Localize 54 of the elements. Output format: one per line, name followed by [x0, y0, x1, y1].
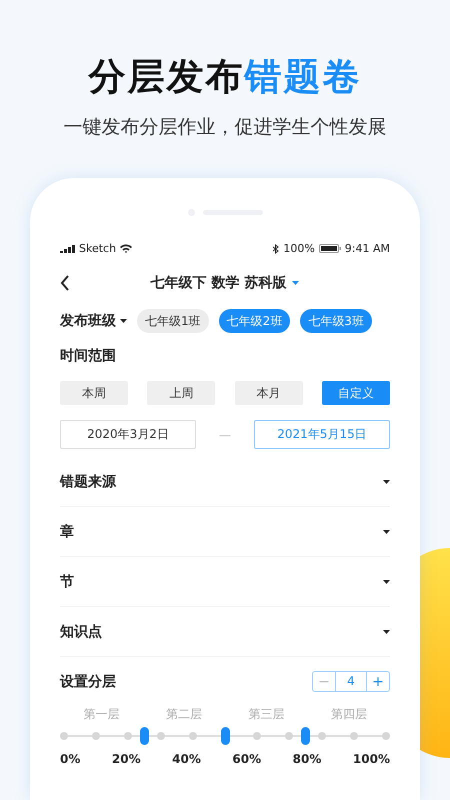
layer-name: 第四层 [330, 706, 368, 723]
caret-icon [383, 530, 390, 534]
layer-count: 4 [335, 672, 367, 691]
start-date-field[interactable]: 2020年3月2日 [60, 420, 196, 449]
track-dot [382, 732, 390, 740]
slider-thumb[interactable] [140, 727, 149, 745]
layer-name: 第三层 [247, 706, 286, 723]
track-dot [92, 732, 100, 740]
class-chip[interactable]: 七年级1班 [137, 309, 209, 333]
layer-name: 第二层 [164, 706, 203, 723]
track-dot [60, 732, 68, 740]
caret-icon [383, 580, 390, 584]
percent-label: 0% [60, 752, 80, 766]
percent-label: 60% [232, 752, 262, 766]
bluetooth-icon [273, 244, 280, 254]
class-dropdown[interactable]: 发布班级 [60, 312, 127, 330]
filter-dropdown[interactable]: 章 [60, 507, 390, 557]
percent-label: 40% [172, 752, 201, 766]
filter-dropdown[interactable]: 知识点 [60, 607, 390, 657]
signal-icon [60, 244, 75, 252]
track-dot [285, 732, 294, 740]
subtitle: 一键发布分层作业，促进学生个性发展 [64, 115, 386, 140]
range-option[interactable]: 上周 [147, 381, 216, 405]
filter-dropdown[interactable]: 错题来源 [60, 457, 390, 507]
track-dot [350, 732, 358, 740]
track-dot [156, 732, 165, 740]
subject-selector[interactable]: 七年级下 数学 苏科版 [80, 274, 370, 292]
range-option[interactable]: 本月 [234, 381, 303, 405]
percent-label: 20% [112, 752, 141, 766]
track-dot [124, 732, 132, 740]
battery-percent: 100% [283, 242, 315, 255]
headline: 分层发布错题卷 [88, 54, 362, 100]
track-dot [188, 732, 197, 740]
layer-name: 第一层 [82, 706, 120, 723]
caret-icon [292, 281, 300, 285]
filter-dropdown[interactable]: 节 [60, 557, 390, 607]
percent-label: 100% [352, 752, 390, 766]
range-option[interactable]: 本周 [60, 381, 128, 405]
slider-thumb[interactable] [220, 727, 230, 745]
section-label: 设置分层 [60, 672, 116, 690]
caret-icon [383, 480, 390, 484]
section-label: 时间范围 [60, 347, 116, 365]
caret-icon [120, 319, 127, 323]
chevron-left-icon [60, 275, 70, 291]
caret-icon [383, 630, 390, 634]
battery-icon [318, 244, 341, 253]
wifi-icon [120, 244, 132, 253]
percent-label: 80% [292, 752, 322, 766]
track-dot [253, 732, 262, 740]
range-separator: — [219, 428, 231, 442]
track-dot [318, 732, 326, 740]
slider-thumb[interactable] [301, 727, 310, 745]
clock-time: 9:41 AM [344, 242, 390, 255]
carrier-name: Sketch [79, 242, 116, 255]
